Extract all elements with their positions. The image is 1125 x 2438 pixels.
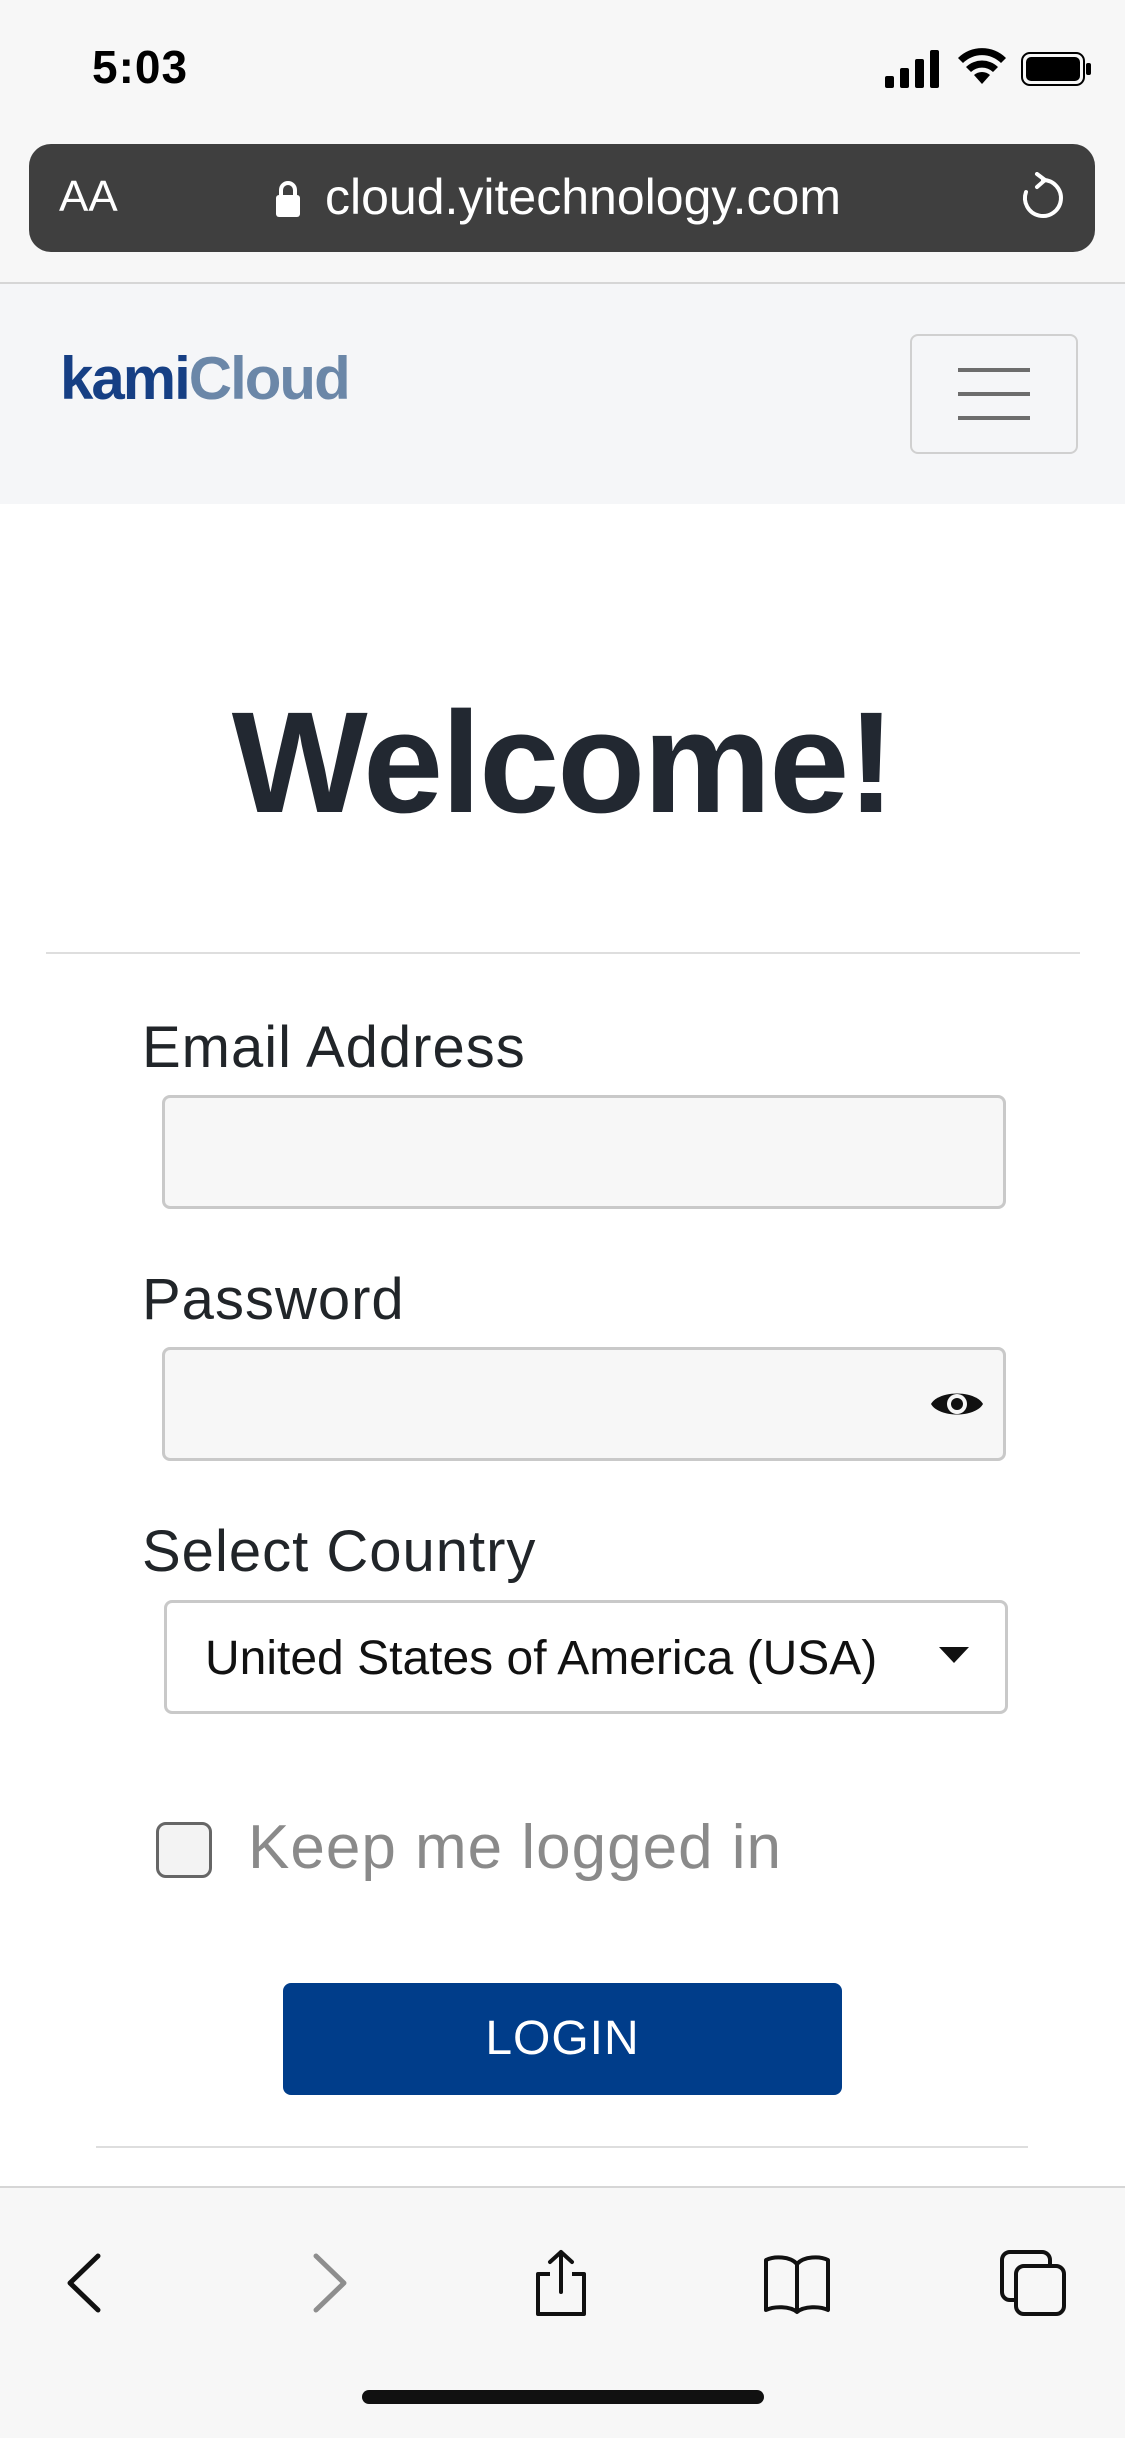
browser-url-area: AA cloud.yitechnology.com [0, 140, 1125, 284]
back-icon[interactable] [52, 2248, 122, 2318]
share-icon[interactable] [526, 2248, 596, 2318]
home-indicator[interactable] [362, 2390, 764, 2404]
tabs-icon[interactable] [998, 2248, 1068, 2318]
password-label: Password [142, 1267, 405, 1332]
logo-cloud-text: Cloud [188, 345, 351, 412]
status-bar: 5:03 [0, 0, 1125, 140]
divider [46, 952, 1080, 954]
hamburger-menu-icon [958, 368, 1030, 372]
keep-logged-in-checkbox[interactable] [156, 1822, 212, 1878]
hamburger-menu-icon [958, 416, 1030, 420]
site-navbar: kamiCloud [0, 284, 1125, 504]
text-size-button[interactable]: AA [59, 172, 118, 222]
logo-kami-text: kami [60, 345, 191, 412]
url-bar[interactable]: AA cloud.yitechnology.com [29, 144, 1095, 252]
signal-icon [885, 50, 939, 88]
lock-icon [276, 181, 300, 217]
status-time: 5:03 [92, 41, 189, 93]
forward-icon[interactable] [292, 2248, 362, 2318]
show-password-eye-icon[interactable] [929, 1386, 985, 1422]
keep-logged-in-label[interactable]: Keep me logged in [248, 1812, 782, 1883]
country-label: Select Country [142, 1519, 537, 1584]
hamburger-menu-icon [958, 392, 1030, 396]
country-selected-value: United States of America (USA) [205, 1632, 878, 1685]
reload-icon[interactable] [1017, 172, 1069, 224]
page-title: Welcome! [231, 682, 896, 843]
hamburger-menu-button[interactable] [910, 334, 1078, 454]
email-label: Email Address [142, 1015, 526, 1080]
email-field[interactable] [162, 1095, 1006, 1209]
kamicloud-logo[interactable]: kamiCloud [60, 344, 351, 413]
chevron-down-icon [939, 1647, 969, 1663]
url-text[interactable]: cloud.yitechnology.com [325, 168, 841, 226]
divider [96, 2146, 1028, 2148]
bookmarks-icon[interactable] [762, 2248, 832, 2318]
login-button[interactable]: LOGIN [283, 1983, 842, 2095]
country-select[interactable]: United States of America (USA) [164, 1600, 1008, 1714]
password-field[interactable] [162, 1347, 1006, 1461]
wifi-icon [958, 48, 1006, 84]
battery-icon [1021, 52, 1091, 86]
